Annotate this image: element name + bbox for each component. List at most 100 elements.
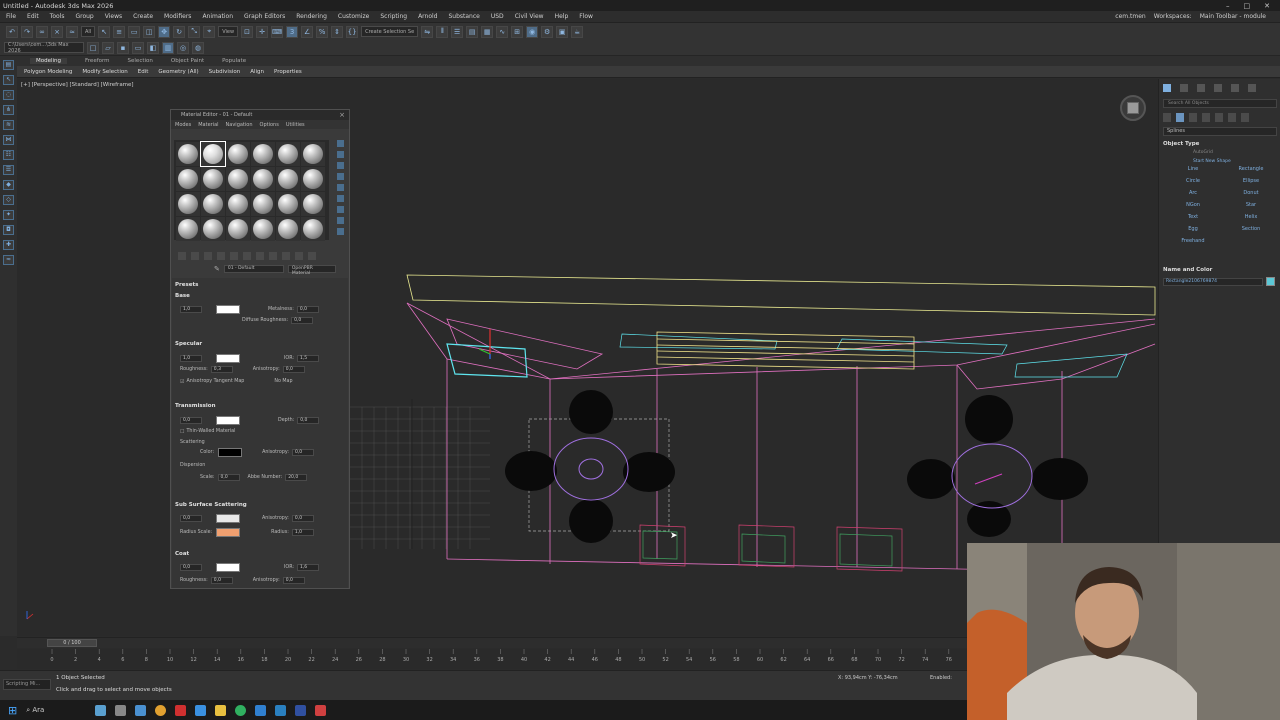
track-bar[interactable]: 0 2 4 6 8 10 12 14 16 18 20 22 24 26 28 30 32 34 36 38 40 42 4… <box>17 649 999 669</box>
scatter-color-swatch[interactable] <box>218 448 243 457</box>
scene-explorer-toggle-icon[interactable]: ▤ <box>3 60 14 70</box>
cameras-category-icon[interactable] <box>1202 113 1210 122</box>
helix-button[interactable]: Helix <box>1225 213 1277 222</box>
eyedropper-icon[interactable]: ✎ <box>214 265 220 273</box>
material-editor-titlebar[interactable]: Material Editor - 01 - Default × <box>171 110 349 120</box>
get-material-icon[interactable] <box>178 252 186 260</box>
sss-anisotropy-field[interactable]: 0,0 <box>291 515 314 522</box>
layer-explorer-icon[interactable]: ▤ <box>466 25 479 38</box>
coordinate-readout[interactable]: X: 93,94cm Y: -76,34cm <box>838 675 898 681</box>
ribbon-tab-selection[interactable]: Selection <box>128 58 153 64</box>
specular-ior-field[interactable]: 1,5 <box>297 355 319 362</box>
motion-tab-icon[interactable] <box>1214 84 1222 92</box>
sample-slot[interactable] <box>251 142 275 166</box>
sample-slot[interactable] <box>276 217 300 241</box>
menu-scripting[interactable]: Scripting <box>380 13 407 20</box>
material-navigator-icon[interactable] <box>336 228 344 235</box>
bind-space-warp-icon[interactable]: ≈ <box>66 25 78 38</box>
menu-rendering[interactable]: Rendering <box>296 13 327 20</box>
put-to-scene-icon[interactable] <box>191 252 199 260</box>
menu-usd[interactable]: USD <box>491 13 504 20</box>
rendered-frame-window-icon[interactable]: ▣ <box>556 25 569 38</box>
menu-arnold[interactable]: Arnold <box>418 13 437 20</box>
menu-group[interactable]: Group <box>75 13 93 20</box>
scene-explorer-icon[interactable]: ☰ <box>451 25 464 38</box>
coat-color-swatch[interactable] <box>216 563 240 572</box>
ribbon-tab-object-paint[interactable]: Object Paint <box>171 58 204 64</box>
sample-slot-active[interactable] <box>200 141 226 167</box>
mirror-icon[interactable]: ⇋ <box>421 25 434 38</box>
specular-weight-field[interactable]: 1,0 <box>180 355 202 362</box>
circle-button[interactable]: Circle <box>1167 177 1219 186</box>
go-forward-icon[interactable] <box>308 252 316 260</box>
sample-slot[interactable] <box>276 142 300 166</box>
radius-scale-swatch[interactable] <box>216 528 241 537</box>
transmission-color-swatch[interactable] <box>216 416 240 425</box>
rollout-sss[interactable]: Sub Surface Scattering <box>175 500 345 508</box>
section-button[interactable]: Section <box>1225 225 1277 234</box>
object-type-header[interactable]: Object Type <box>1163 141 1277 147</box>
material-name-field[interactable]: 01 - Default <box>223 265 284 273</box>
sample-slot[interactable] <box>226 167 250 191</box>
close-icon[interactable]: × <box>339 111 349 119</box>
percent-snap-icon[interactable]: % <box>316 25 329 38</box>
select-by-material-icon[interactable] <box>336 217 344 224</box>
maximize-button[interactable]: □ <box>1244 2 1251 10</box>
unlink-icon[interactable]: ⨯ <box>51 25 63 38</box>
ribbon-group-align[interactable]: Align <box>250 69 264 75</box>
undo-icon[interactable]: ↶ <box>6 25 18 38</box>
line-button[interactable]: Line <box>1167 165 1219 174</box>
geometry-category-icon[interactable] <box>1163 113 1171 122</box>
ellipse-button[interactable]: Ellipse <box>1225 177 1277 186</box>
arc-button[interactable]: Arc <box>1167 189 1219 198</box>
assign-to-selection-icon[interactable] <box>204 252 212 260</box>
rollout-presets[interactable]: Presets <box>175 280 345 288</box>
project-path-field[interactable]: C:\Users\cem...\3ds Max 2026 <box>4 42 84 54</box>
ribbon-group-edit[interactable]: Edit <box>138 69 149 75</box>
project-folder-icon[interactable]: ▭ <box>132 41 144 54</box>
reset-map-icon[interactable] <box>217 252 225 260</box>
ribbon-group-subdivision[interactable]: Subdivision <box>209 69 241 75</box>
sample-slot[interactable] <box>276 192 300 216</box>
filter-geometry-icon[interactable]: ◆ <box>3 180 14 190</box>
sample-slot[interactable] <box>226 142 250 166</box>
name-color-header[interactable]: Name and Color <box>1163 267 1277 273</box>
show-map-icon[interactable] <box>269 252 277 260</box>
specular-color-swatch[interactable] <box>216 354 240 363</box>
named-selection-set-dropdown[interactable]: Create Selection Se <box>361 26 419 37</box>
menu-flow[interactable]: Flow <box>579 13 593 20</box>
select-by-name-icon[interactable]: ≡ <box>113 25 126 38</box>
aniso-tangent-checkbox[interactable]: ☑ <box>180 379 184 385</box>
ribbon-group-polygon-modeling[interactable]: Polygon Modeling <box>24 69 72 75</box>
star-button[interactable]: Star <box>1225 201 1277 210</box>
display-tab-icon[interactable] <box>1231 84 1239 92</box>
sss-radius-field[interactable]: 1,0 <box>291 529 314 536</box>
sample-slot[interactable] <box>176 192 200 216</box>
render-setup-icon[interactable]: ⚙ <box>541 25 554 38</box>
display-dependents-icon[interactable]: ⋈ <box>3 135 14 145</box>
menu-edit[interactable]: Edit <box>27 13 39 20</box>
display-none-icon[interactable]: ◌ <box>3 90 14 100</box>
coat-ior-field[interactable]: 1,6 <box>297 564 319 571</box>
sample-slot[interactable] <box>301 167 325 191</box>
lights-category-icon[interactable] <box>1189 113 1197 122</box>
menu-customize[interactable]: Customize <box>338 13 370 20</box>
material-id-icon[interactable] <box>256 252 264 260</box>
windows-start-icon[interactable]: ⊞ <box>8 704 17 717</box>
photoshop-icon[interactable] <box>295 704 307 716</box>
thin-walled-checkbox[interactable]: ☐ <box>180 429 184 435</box>
rollout-coat[interactable]: Coat <box>175 549 345 557</box>
sort-by-layer-icon[interactable]: ☰ <box>3 165 14 175</box>
sample-slot[interactable] <box>301 192 325 216</box>
minimize-button[interactable]: – <box>1226 2 1230 10</box>
file-explorer-icon[interactable] <box>215 704 227 716</box>
sample-uv-tiling-icon[interactable] <box>336 173 344 180</box>
ribbon-group-modify-selection[interactable]: Modify Selection <box>82 69 127 75</box>
ribbon-group-geometry[interactable]: Geometry (All) <box>158 69 198 75</box>
filter-helpers-icon[interactable]: ✚ <box>3 240 14 250</box>
render-environment-icon[interactable]: ◍ <box>192 41 204 54</box>
time-slider-knob[interactable]: 0 / 100 <box>47 639 97 647</box>
specular-anisotropy-field[interactable]: 0,0 <box>282 366 305 373</box>
display-influences-icon[interactable]: ≋ <box>3 120 14 130</box>
put-to-library-icon[interactable] <box>243 252 251 260</box>
